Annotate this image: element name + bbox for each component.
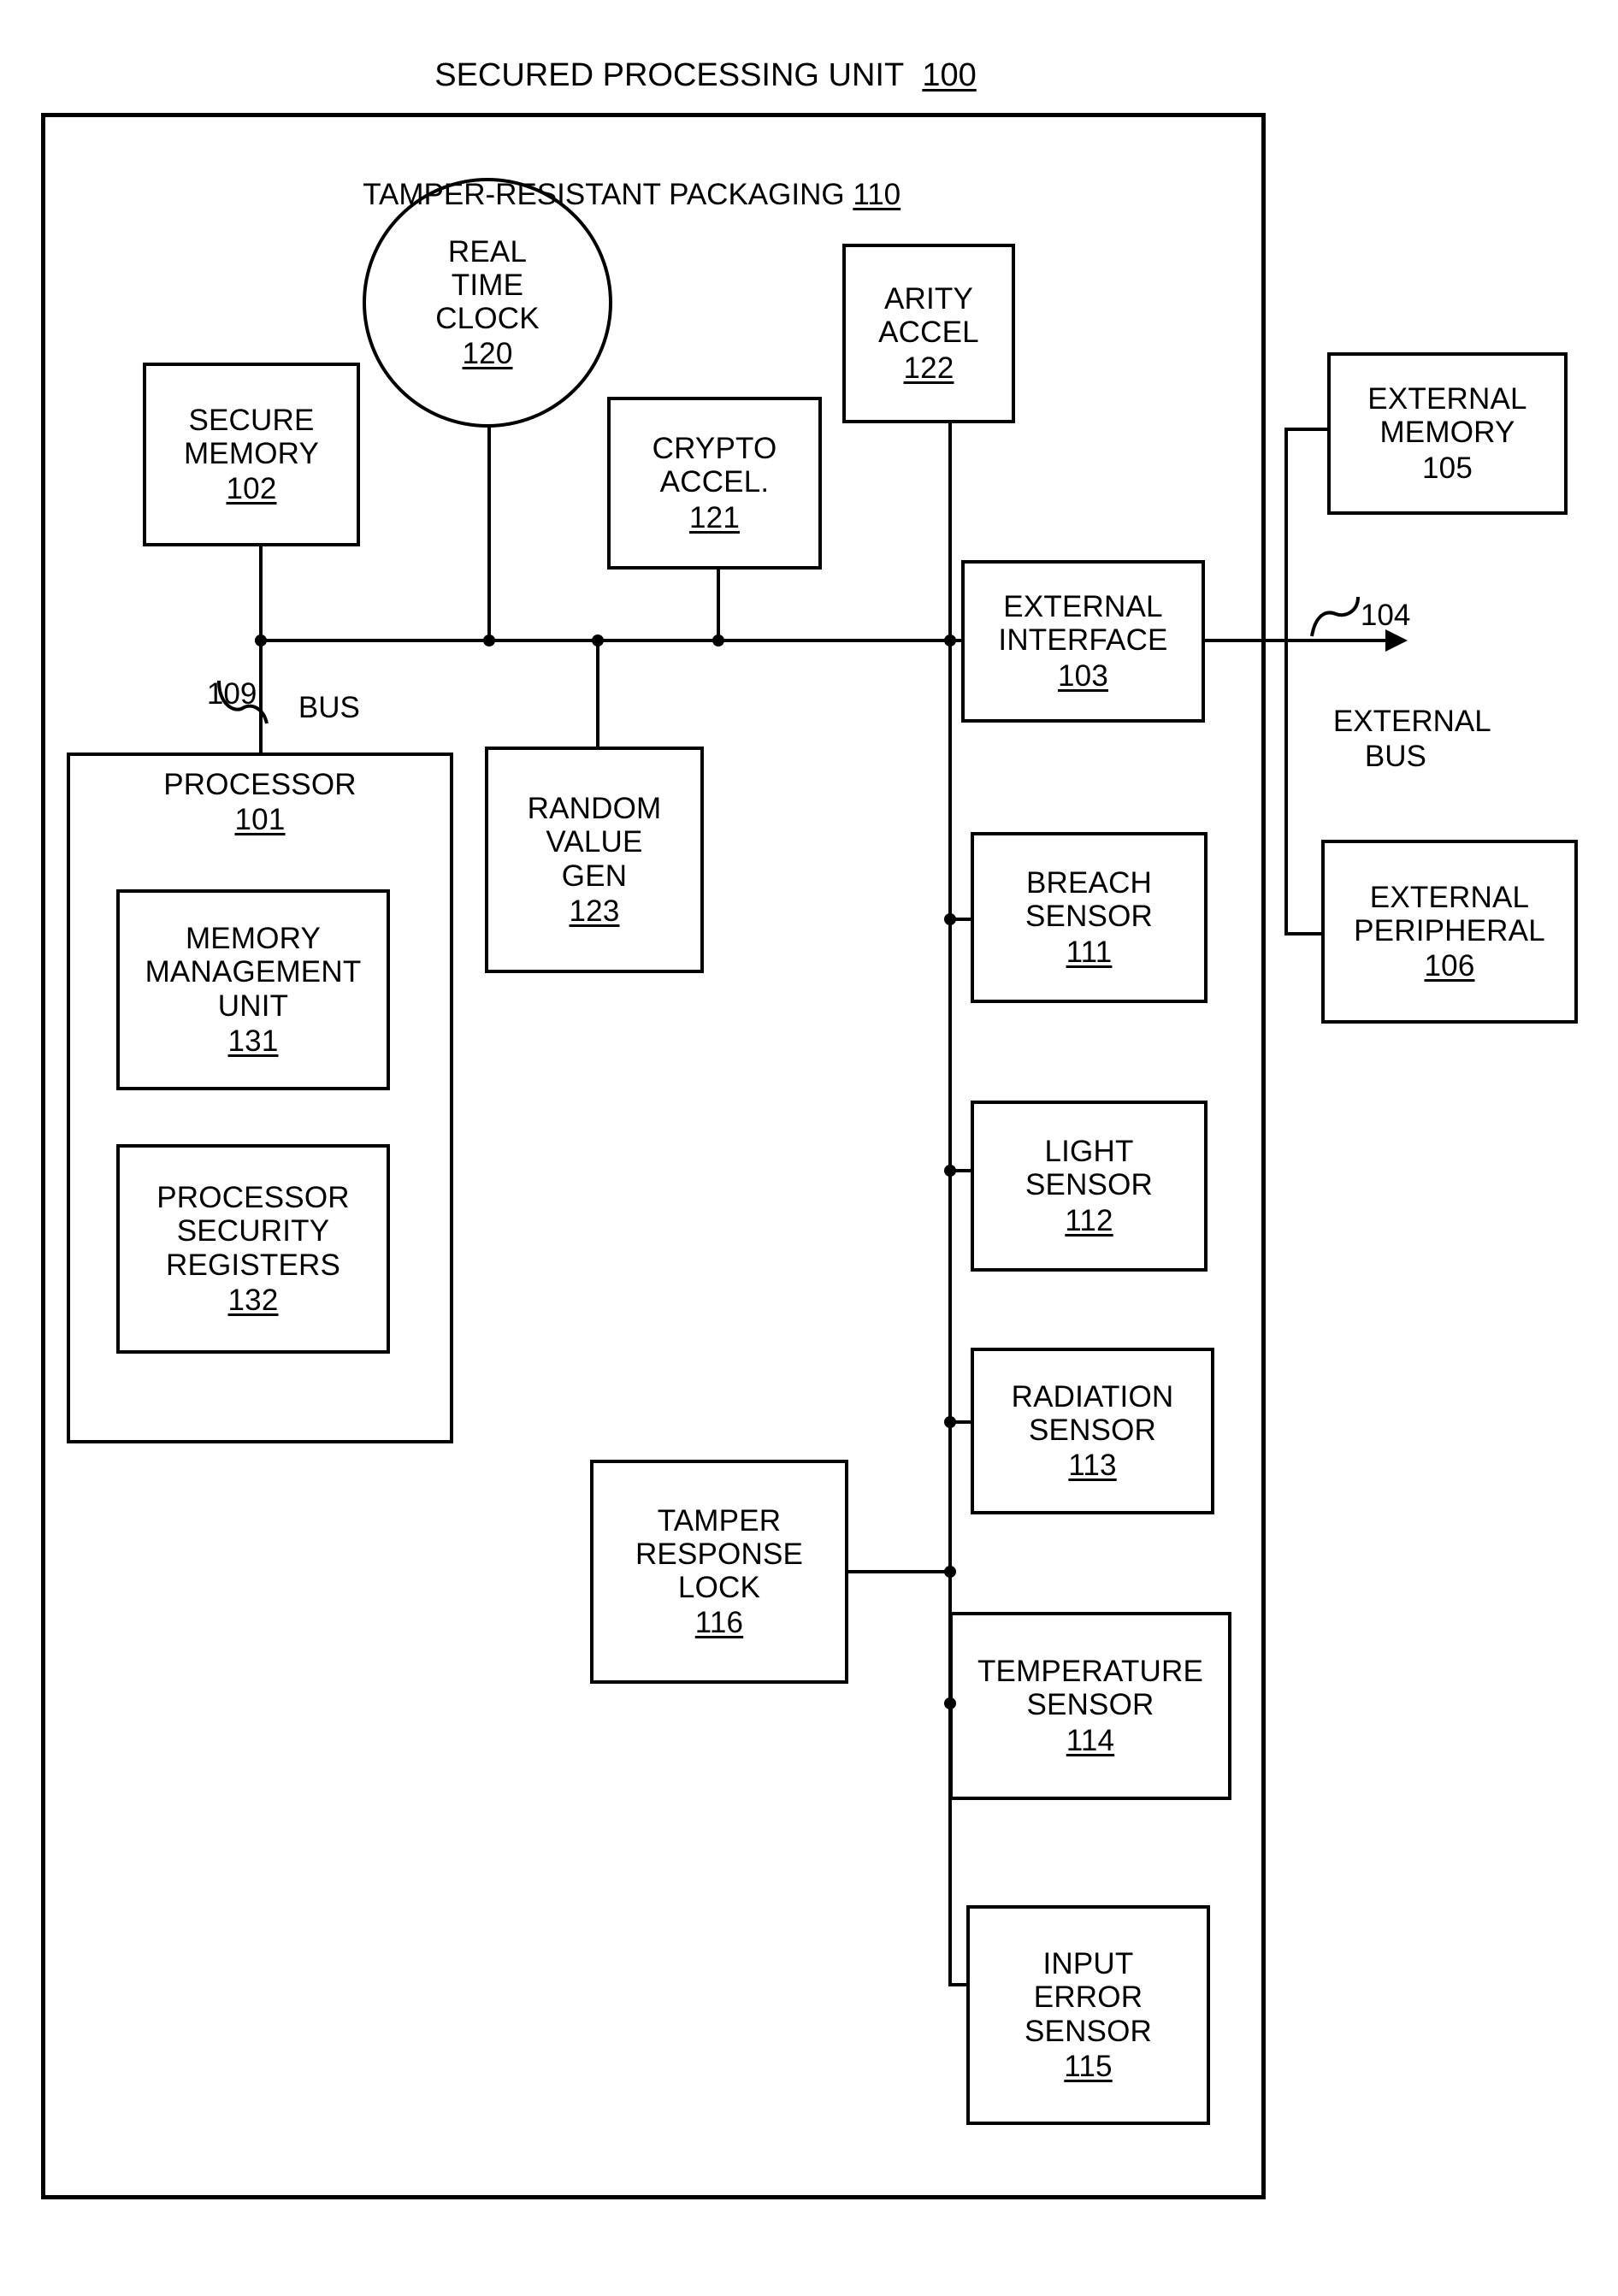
light-sensor-label: LIGHT SENSOR — [1025, 1135, 1153, 1202]
figure-title-ref: 100 — [922, 57, 977, 93]
external-peripheral-block[interactable]: EXTERNAL PERIPHERAL 106 — [1321, 840, 1578, 1024]
random-value-generator-label: RANDOM VALUE GEN — [527, 792, 662, 893]
temperature-sensor-block[interactable]: TEMPERATURE SENSOR 114 — [949, 1612, 1231, 1800]
light-sensor-block[interactable]: LIGHT SENSOR 112 — [971, 1101, 1208, 1272]
wire-arity-to-bus — [948, 422, 952, 640]
bus-reference-number: 109 — [206, 677, 257, 711]
wire-tap-to-external-memory — [1284, 428, 1329, 431]
memory-management-unit-ref: 131 — [227, 1024, 279, 1058]
arity-accelerator-label: ARITY ACCEL — [878, 282, 979, 350]
processor-ref: 101 — [234, 803, 286, 837]
wire-rtc-to-bus — [487, 417, 491, 640]
wire-rvg-to-bus — [596, 639, 599, 748]
bus-label: BUS — [298, 691, 360, 724]
secure-memory-ref: 102 — [226, 472, 277, 506]
input-error-sensor-label: INPUT ERROR SENSOR — [1024, 1947, 1152, 2048]
sensor-junction-dot — [944, 1697, 956, 1709]
figure-title: SECURED PROCESSING UNIT 100 — [399, 21, 977, 131]
real-time-clock-label: REAL TIME CLOCK — [435, 234, 540, 335]
tamper-resistant-packaging-caption: TAMPER-RESISTANT PACKAGING 110 — [330, 144, 901, 246]
bus-junction-dot — [944, 634, 956, 646]
breach-sensor-block[interactable]: BREACH SENSOR 111 — [971, 832, 1208, 1003]
secure-memory-label: SECURE MEMORY — [183, 403, 320, 470]
memory-management-unit-label: MEMORY MANAGEMENT UNIT — [145, 922, 362, 1023]
processor-label: PROCESSOR — [163, 768, 357, 801]
processor-security-registers-block[interactable]: PROCESSOR SECURITY REGISTERS 132 — [116, 1144, 390, 1354]
patent-figure: SECURED PROCESSING UNIT 100 TAMPER-RESIS… — [0, 0, 1618, 2296]
light-sensor-ref: 112 — [1065, 1203, 1113, 1237]
radiation-sensor-label: RADIATION SENSOR — [1011, 1379, 1174, 1447]
bus-line — [255, 639, 970, 642]
external-bus-reference-number: 104 — [1360, 599, 1411, 632]
processor-security-registers-label: PROCESSOR SECURITY REGISTERS — [156, 1181, 350, 1282]
arity-accelerator-ref: 122 — [903, 351, 954, 385]
sensor-junction-dot — [944, 1165, 956, 1177]
wire-tamper-lock-to-spine — [847, 1570, 952, 1573]
sensor-junction-dot — [944, 913, 956, 925]
tamper-resistant-packaging-ref: 110 — [853, 178, 901, 211]
external-interface-label: EXTERNAL INTERFACE — [998, 590, 1168, 658]
real-time-clock-ref: 120 — [462, 337, 513, 371]
temperature-sensor-ref: 114 — [1066, 1723, 1115, 1757]
secure-memory-block[interactable]: SECURE MEMORY 102 — [143, 363, 360, 546]
external-memory-block[interactable]: EXTERNAL MEMORY 105 — [1327, 352, 1568, 515]
breach-sensor-ref: 111 — [1066, 935, 1113, 969]
wire-crypto-to-bus — [717, 568, 720, 640]
input-error-sensor-ref: 115 — [1064, 2049, 1113, 2083]
sensor-junction-dot — [944, 1566, 956, 1578]
external-peripheral-ref: 106 — [1424, 949, 1475, 983]
external-bus-label: EXTERNAL BUS — [1332, 705, 1491, 773]
random-value-generator-ref: 123 — [569, 894, 620, 928]
tamper-response-lock-block[interactable]: TAMPER RESPONSE LOCK 116 — [590, 1460, 848, 1684]
external-interface-block[interactable]: EXTERNAL INTERFACE 103 — [961, 560, 1205, 723]
tamper-response-lock-ref: 116 — [694, 1606, 744, 1640]
wire-secure-memory-to-bus — [259, 545, 263, 640]
external-memory-ref: 105 — [1422, 451, 1473, 485]
external-peripheral-label: EXTERNAL PERIPHERAL — [1354, 880, 1545, 947]
external-memory-label: EXTERNAL MEMORY — [1367, 382, 1527, 450]
radiation-sensor-ref: 113 — [1068, 1449, 1117, 1483]
crypto-accelerator-block[interactable]: CRYPTO ACCEL. 121 — [607, 397, 822, 570]
memory-management-unit-block[interactable]: MEMORY MANAGEMENT UNIT 131 — [116, 889, 390, 1090]
breach-sensor-label: BREACH SENSOR — [1025, 866, 1153, 934]
random-value-generator-block[interactable]: RANDOM VALUE GEN 123 — [485, 747, 704, 973]
input-error-sensor-block[interactable]: INPUT ERROR SENSOR 115 — [966, 1905, 1210, 2125]
tamper-resistant-packaging-label: TAMPER-RESISTANT PACKAGING — [363, 178, 845, 211]
figure-title-label: SECURED PROCESSING UNIT — [434, 57, 905, 93]
crypto-accelerator-ref: 121 — [689, 500, 740, 534]
bus-junction-dot — [483, 634, 495, 646]
bus-junction-dot — [712, 634, 724, 646]
external-interface-ref: 103 — [1058, 658, 1108, 693]
processor-security-registers-ref: 132 — [227, 1283, 279, 1317]
tamper-response-lock-label: TAMPER RESPONSE LOCK — [635, 1503, 804, 1604]
sensor-junction-dot — [944, 1416, 956, 1428]
crypto-accelerator-label: CRYPTO ACCEL. — [652, 432, 777, 499]
bus-junction-dot — [592, 634, 604, 646]
arity-accelerator-block[interactable]: ARITY ACCEL 122 — [842, 244, 1015, 423]
wire-external-bus-tap — [1284, 428, 1288, 936]
temperature-sensor-label: TEMPERATURE SENSOR — [977, 1655, 1204, 1722]
radiation-sensor-block[interactable]: RADIATION SENSOR 113 — [971, 1348, 1214, 1514]
